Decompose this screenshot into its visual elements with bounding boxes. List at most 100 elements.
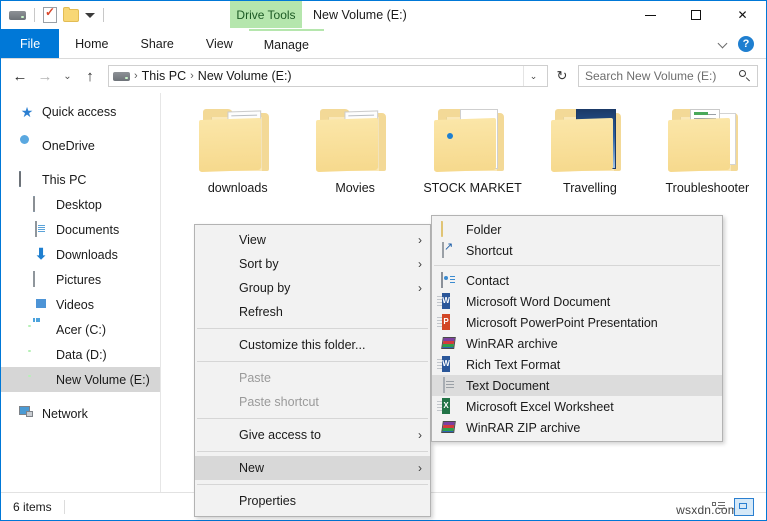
downloads-icon: ⬇ [33, 247, 49, 263]
sidebar-item-desktop[interactable]: Desktop [1, 192, 160, 217]
cloud-icon [19, 138, 35, 154]
search-input[interactable]: Search New Volume (E:) [578, 65, 758, 87]
context-menu-label: Group by [239, 281, 290, 295]
submenu-item-word-document[interactable]: W Microsoft Word Document [432, 291, 722, 312]
ribbon-right-controls: ? [719, 29, 766, 58]
folder-item[interactable]: Travelling [531, 107, 648, 195]
shortcut-icon [441, 243, 457, 259]
breadcrumb-item-new-volume[interactable]: New Volume (E:) [198, 69, 292, 83]
sidebar-item-downloads[interactable]: ⬇ Downloads [1, 242, 160, 267]
sidebar-item-documents[interactable]: Documents [1, 217, 160, 242]
folder-item[interactable]: Troubleshooter [649, 107, 766, 195]
tab-view[interactable]: View [190, 29, 249, 58]
maximize-button[interactable] [673, 1, 719, 29]
sidebar-item-pictures[interactable]: Pictures [1, 267, 160, 292]
submenu-item-excel-worksheet[interactable]: X Microsoft Excel Worksheet [432, 396, 722, 417]
sidebar-item-label: Documents [56, 223, 119, 237]
breadcrumb-separator-2: › [190, 70, 194, 82]
submenu-item-powerpoint-presentation[interactable]: P Microsoft PowerPoint Presentation [432, 312, 722, 333]
folder-icon [432, 107, 514, 175]
qat-divider-1 [34, 8, 35, 22]
help-icon[interactable]: ? [738, 36, 754, 52]
context-menu-label: Paste [239, 371, 271, 385]
submenu-item-winrar-archive[interactable]: WinRAR archive [432, 333, 722, 354]
submenu-item-folder[interactable]: Folder [432, 219, 722, 240]
submenu-item-rich-text-format[interactable]: W Rich Text Format [432, 354, 722, 375]
submenu-label: Shortcut [466, 244, 513, 258]
submenu-label: Microsoft Word Document [466, 295, 610, 309]
search-placeholder: Search New Volume (E:) [585, 69, 739, 83]
recent-locations-button[interactable]: ⌄ [59, 64, 76, 88]
sidebar-item-quick-access[interactable]: ★ Quick access [1, 99, 160, 124]
chevron-right-icon: › [418, 282, 422, 294]
tab-file[interactable]: File [1, 29, 59, 58]
drive-icon[interactable] [9, 9, 26, 21]
videos-icon [33, 297, 49, 313]
text-document-icon [441, 378, 457, 394]
submenu-item-winrar-zip-archive[interactable]: WinRAR ZIP archive [432, 417, 722, 438]
sidebar-gap-3 [1, 392, 160, 401]
folder-item[interactable]: STOCK MARKET [414, 107, 531, 195]
properties-icon[interactable] [43, 7, 57, 23]
drive-icon [33, 372, 49, 388]
context-menu-item-view[interactable]: View › [195, 228, 430, 252]
context-menu-item-new[interactable]: New › [195, 456, 430, 480]
minimize-button[interactable] [627, 1, 673, 29]
folder-item[interactable]: downloads [179, 107, 296, 195]
context-menu: View › Sort by › Group by › Refresh Cust… [194, 224, 431, 517]
sidebar-item-label: Network [42, 407, 88, 421]
sidebar-item-network[interactable]: Network [1, 401, 160, 426]
up-button[interactable]: ↑ [79, 64, 101, 88]
search-icon [739, 70, 751, 82]
chevron-right-icon: › [418, 234, 422, 246]
sidebar-item-this-pc[interactable]: This PC [1, 167, 160, 192]
address-dropdown-icon[interactable]: ⌄ [523, 66, 543, 86]
context-menu-item-refresh[interactable]: Refresh [195, 300, 430, 324]
sidebar-item-data-d[interactable]: Data (D:) [1, 342, 160, 367]
chevron-down-icon[interactable] [719, 39, 728, 48]
ribbon-tabs: File Home Share View Manage ? [1, 29, 766, 59]
context-menu-label: Properties [239, 494, 296, 508]
refresh-button[interactable]: ↻ [551, 65, 573, 87]
submenu-label: Text Document [466, 379, 549, 393]
submenu-item-text-document[interactable]: Text Document [432, 375, 722, 396]
sidebar-item-onedrive[interactable]: OneDrive [1, 133, 160, 158]
new-folder-icon[interactable] [63, 9, 79, 22]
contextual-tab-drive-tools[interactable]: Drive Tools [230, 1, 302, 28]
network-icon [19, 406, 35, 422]
tab-manage[interactable]: Manage [249, 29, 324, 58]
tab-share[interactable]: Share [125, 29, 190, 58]
details-view-icon[interactable] [710, 499, 728, 515]
close-button[interactable]: ✕ [719, 1, 766, 29]
context-menu-item-sort-by[interactable]: Sort by › [195, 252, 430, 276]
submenu-separator [434, 265, 720, 266]
context-menu-item-give-access-to[interactable]: Give access to › [195, 423, 430, 447]
customize-caret-icon[interactable] [85, 13, 95, 18]
breadcrumb-item-this-pc[interactable]: This PC [142, 69, 186, 83]
submenu-item-shortcut[interactable]: Shortcut [432, 240, 722, 261]
tab-home[interactable]: Home [59, 29, 124, 58]
context-menu-item-properties[interactable]: Properties [195, 489, 430, 513]
address-bar: ← → ⌄ ↑ › This PC › New Volume (E:) ⌄ ↻ … [1, 59, 766, 93]
sidebar-item-label: New Volume (E:) [56, 373, 150, 387]
view-mode-buttons [710, 498, 760, 516]
folder-icon [314, 107, 396, 175]
submenu-item-contact[interactable]: Contact [432, 270, 722, 291]
folder-icon [666, 107, 748, 175]
context-menu-item-customize-this-folder[interactable]: Customize this folder... [195, 333, 430, 357]
breadcrumb[interactable]: › This PC › New Volume (E:) ⌄ [108, 65, 548, 87]
context-menu-item-group-by[interactable]: Group by › [195, 276, 430, 300]
back-button[interactable]: ← [9, 64, 31, 88]
sidebar-item-new-volume-e[interactable]: New Volume (E:) [1, 367, 160, 392]
folder-item[interactable]: Movies [296, 107, 413, 195]
context-menu-item-paste-shortcut: Paste shortcut [195, 390, 430, 414]
sidebar-item-acer-c[interactable]: Acer (C:) [1, 317, 160, 342]
breadcrumb-separator-1: › [134, 70, 138, 82]
quick-access-toolbar [1, 1, 106, 29]
submenu-label: WinRAR archive [466, 337, 558, 351]
forward-button[interactable]: → [34, 64, 56, 88]
context-menu-label: New [239, 461, 264, 475]
sidebar-item-videos[interactable]: Videos [1, 292, 160, 317]
large-icons-view-icon[interactable] [734, 498, 754, 516]
explorer-window: Drive Tools New Volume (E:) ✕ File Home … [0, 0, 767, 521]
